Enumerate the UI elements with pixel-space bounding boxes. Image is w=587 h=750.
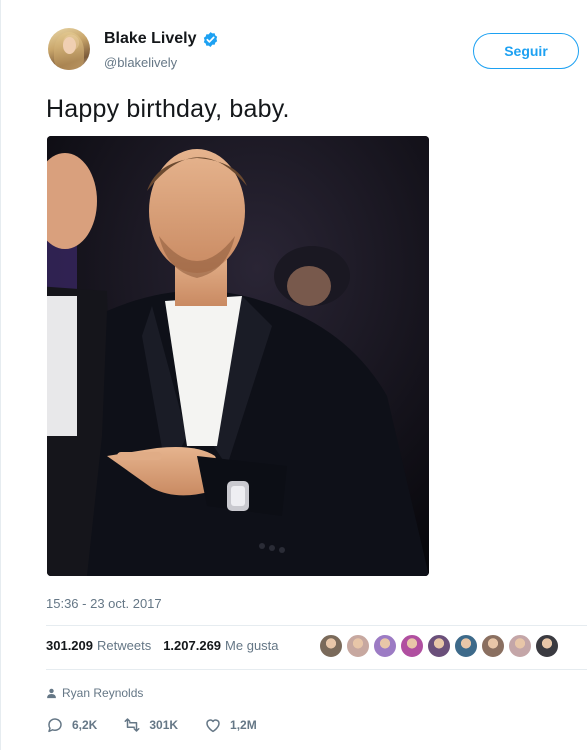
divider: [46, 669, 587, 670]
reply-context[interactable]: Ryan Reynolds: [46, 686, 143, 700]
retweets-count: 301.209: [46, 638, 93, 653]
reply-icon: [48, 718, 62, 733]
reply-action[interactable]: 6,2K: [46, 716, 97, 734]
divider: [46, 625, 587, 626]
author-handle[interactable]: @blakelively: [104, 55, 177, 70]
tweet-photo[interactable]: [47, 136, 429, 576]
retweet-action[interactable]: 301K: [123, 716, 178, 734]
liker-avatar[interactable]: [454, 634, 478, 658]
liker-avatar[interactable]: [346, 634, 370, 658]
tweet-card: Blake Lively @blakelively Seguir Happy b…: [0, 0, 587, 750]
heart-icon: [206, 719, 220, 733]
likes-stat[interactable]: 1.207.269 Me gusta: [163, 638, 278, 653]
liker-avatar[interactable]: [427, 634, 451, 658]
author-display-name[interactable]: Blake Lively: [104, 30, 197, 48]
tweet-timestamp[interactable]: 15:36 - 23 oct. 2017: [46, 596, 162, 611]
liker-avatar[interactable]: [319, 634, 343, 658]
retweets-stat[interactable]: 301.209 Retweets: [46, 638, 151, 653]
like-action[interactable]: 1,2M: [204, 716, 257, 734]
retweet-icon: [124, 718, 140, 732]
liker-avatar[interactable]: [481, 634, 505, 658]
liker-avatar[interactable]: [373, 634, 397, 658]
likers-avatar-list[interactable]: [319, 634, 559, 658]
liker-avatar[interactable]: [508, 634, 532, 658]
liker-avatar[interactable]: [400, 634, 424, 658]
retweet-count: 301K: [149, 718, 179, 732]
liker-avatar[interactable]: [535, 634, 559, 658]
author-name-row: Blake Lively: [104, 30, 219, 48]
person-icon: [46, 688, 57, 699]
author-avatar[interactable]: [48, 28, 90, 70]
avatar-face: [63, 37, 76, 54]
tweet-text: Happy birthday, baby.: [46, 95, 290, 123]
photo-illustration: [47, 136, 429, 576]
reply-count: 6,2K: [72, 718, 98, 732]
likes-label: Me gusta: [225, 638, 279, 653]
like-count: 1,2M: [230, 718, 257, 732]
verified-badge-icon: [202, 31, 219, 48]
reply-context-name: Ryan Reynolds: [62, 686, 144, 700]
follow-button[interactable]: Seguir: [473, 33, 579, 69]
retweets-label: Retweets: [97, 638, 152, 653]
tweet-actions: 6,2K 301K 1,2M: [46, 716, 283, 734]
likes-count: 1.207.269: [163, 638, 222, 653]
tweet-stats: 301.209 Retweets 1.207.269 Me gusta: [46, 638, 291, 653]
